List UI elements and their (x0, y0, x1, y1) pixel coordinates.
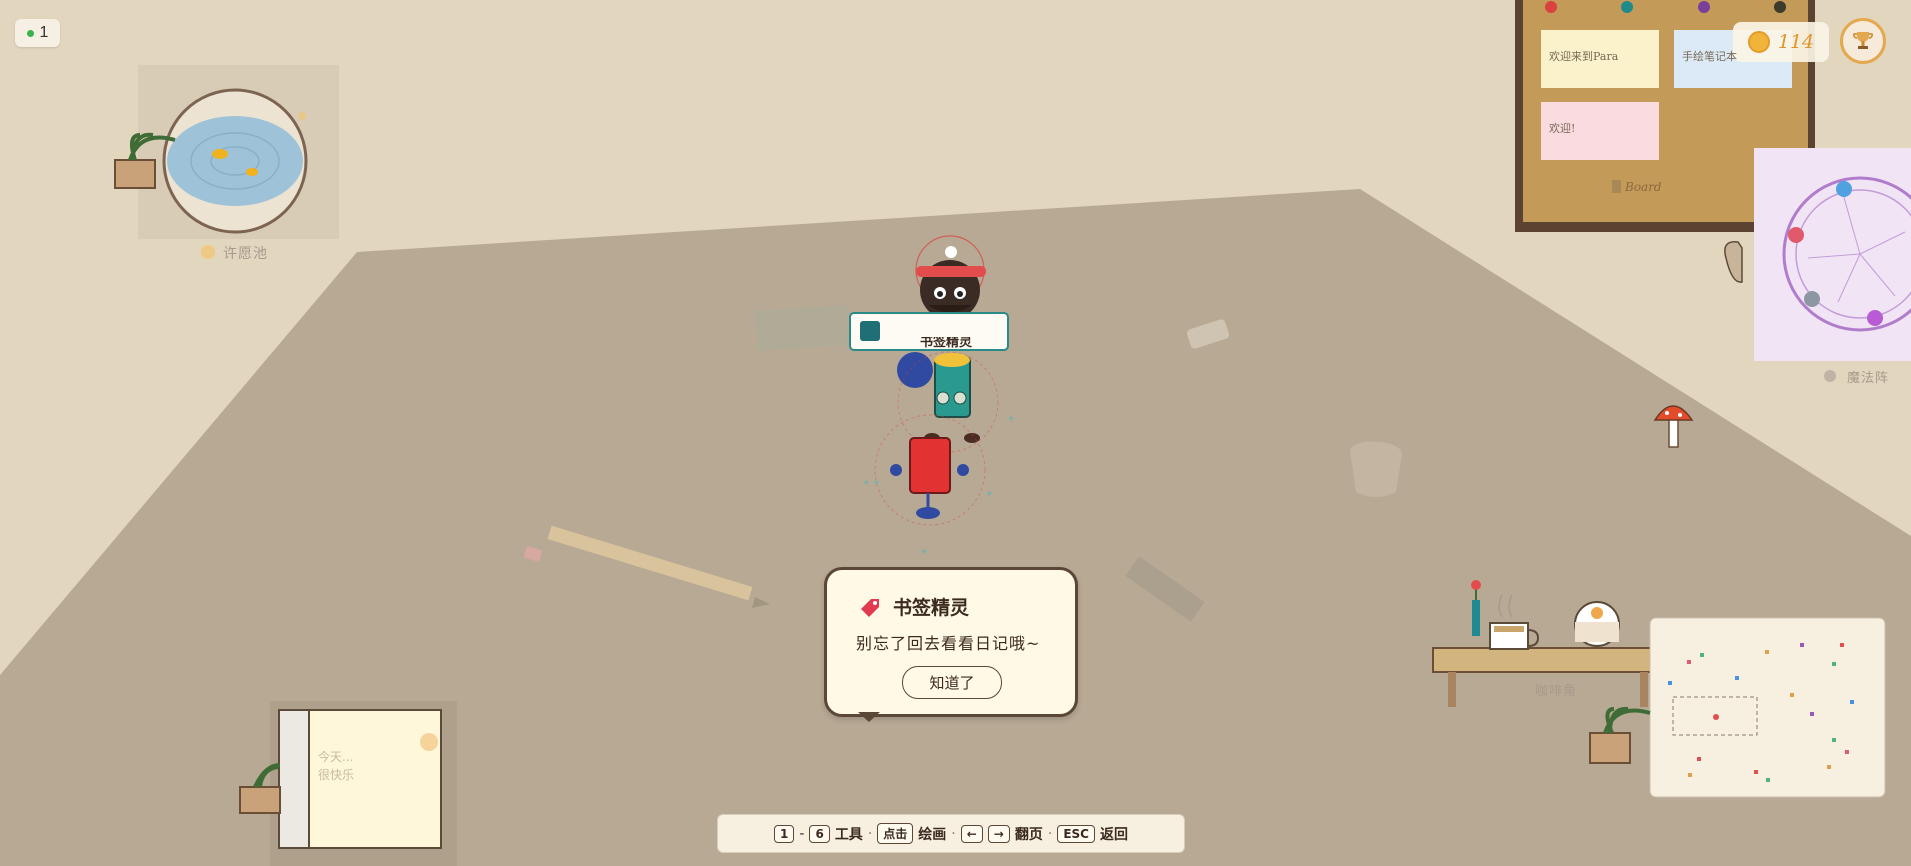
chat-avatar-icon (860, 321, 880, 341)
board-note-3[interactable]: 欢迎! (1541, 102, 1659, 160)
ghost-tile (754, 304, 850, 352)
controls-hint-bar: 1 - 6 工具 · 点击 绘画 · ← → 翻页 · ESC 返回 (717, 814, 1185, 853)
achievements-button[interactable] (1840, 18, 1886, 64)
dialog-ok-button[interactable]: 知道了 (902, 666, 1002, 699)
cup-prop (1350, 441, 1402, 497)
key-left: ← (960, 824, 983, 843)
trophy-icon (1853, 32, 1873, 49)
notebook-text: 今天... 很快乐 (318, 748, 354, 784)
hint-page: 翻页 (1014, 826, 1043, 843)
dialog-tail (858, 712, 880, 722)
board-note-1[interactable]: 欢迎来到Para (1541, 30, 1659, 88)
hint-back: 返回 (1099, 826, 1128, 843)
notebook-line-1: 今天... (318, 750, 354, 764)
key-1: 1 (774, 824, 795, 843)
hint-dash: - (799, 825, 805, 842)
online-count: 1 (39, 24, 49, 41)
player-name-tag: 书签精灵 (849, 312, 1009, 351)
key-click: 点击 (877, 823, 914, 844)
mini-map (1649, 617, 1886, 798)
hint-sep-2: · (951, 825, 956, 842)
svg-text:✦: ✦ (862, 478, 870, 489)
bookmark-icon (861, 599, 879, 617)
key-esc: ESC (1057, 824, 1095, 843)
dialog-message: 别忘了回去看看日记哦~ (856, 634, 1041, 653)
key-right: → (987, 824, 1010, 843)
key-6: 6 (809, 824, 830, 843)
svg-text:✦: ✦ (920, 547, 928, 558)
board-label: Board (1625, 180, 1662, 194)
notebook-line-2: 很快乐 (318, 768, 355, 782)
svg-text:✦: ✦ (872, 478, 880, 489)
coffee-corner-label: 咖啡角 (1535, 684, 1578, 699)
svg-text:✦: ✦ (985, 489, 993, 500)
online-status: 1 (15, 19, 60, 47)
hint-tool: 工具 (834, 826, 863, 843)
wishing-pool (114, 65, 339, 259)
online-dot-icon (26, 29, 34, 37)
player-name: 书签精灵 (920, 337, 973, 349)
dialog-title: 书签精灵 (893, 597, 970, 619)
wishing-pool-label: 许愿池 (223, 246, 268, 262)
svg-text:✦: ✦ (1007, 414, 1015, 425)
hint-sep-1: · (867, 825, 873, 842)
npc-dialog: 书签精灵 别忘了回去看看日记哦~ 知道了 (824, 567, 1078, 722)
hint-sep-3: · (1047, 825, 1053, 842)
magic-circle-label: 魔法阵 (1847, 371, 1890, 386)
board-note-2[interactable]: 手绘笔记本 (1674, 30, 1792, 88)
hint-draw: 绘画 (918, 826, 947, 843)
